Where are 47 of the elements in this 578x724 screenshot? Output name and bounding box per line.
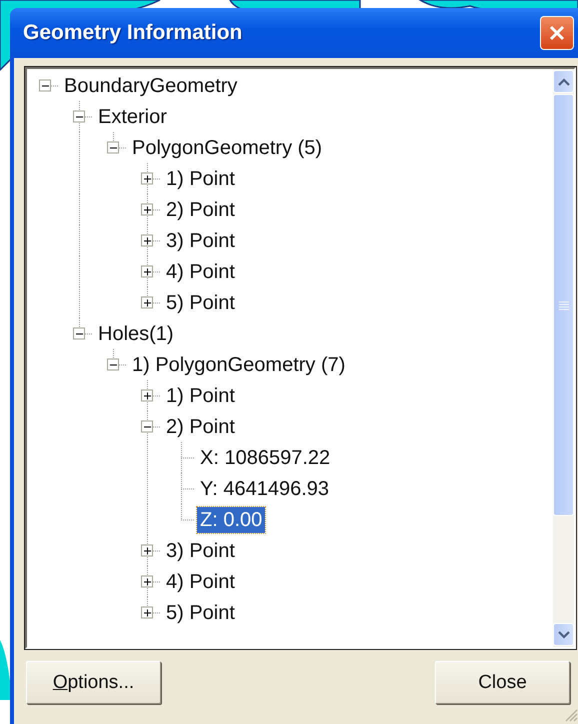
tree-item[interactable]: 2) Point bbox=[163, 414, 238, 440]
tree-item[interactable]: 5) Point bbox=[163, 290, 238, 316]
tree-item[interactable]: Y: 4641496.93 bbox=[197, 476, 332, 502]
tree-item[interactable]: 1) PolygonGeometry (7) bbox=[129, 352, 348, 378]
window-title: Geometry Information bbox=[23, 21, 244, 45]
options-button[interactable]: Options... bbox=[26, 661, 161, 704]
close-icon bbox=[548, 24, 566, 42]
collapse-toggle[interactable] bbox=[39, 80, 51, 92]
collapse-toggle[interactable] bbox=[73, 110, 85, 122]
tree-item[interactable]: 4) Point bbox=[163, 568, 238, 594]
tree-item[interactable]: 1) Point bbox=[163, 382, 238, 408]
tree-item[interactable]: X: 1086597.22 bbox=[197, 444, 334, 470]
expand-toggle[interactable] bbox=[141, 234, 153, 246]
expand-toggle[interactable] bbox=[141, 172, 153, 184]
tree-item[interactable]: PolygonGeometry (5) bbox=[129, 134, 326, 160]
expand-toggle[interactable] bbox=[141, 204, 153, 216]
collapse-toggle[interactable] bbox=[107, 142, 119, 154]
grip-icon bbox=[558, 300, 568, 310]
tree-item[interactable]: Holes(1) bbox=[95, 320, 177, 346]
collapse-toggle[interactable] bbox=[141, 420, 153, 432]
tree-item[interactable]: 3) Point bbox=[163, 538, 238, 564]
scroll-thumb[interactable] bbox=[553, 94, 574, 516]
tree-connector bbox=[180, 442, 195, 473]
tree-item[interactable]: 2) Point bbox=[163, 196, 238, 222]
tree-item[interactable]: 3) Point bbox=[163, 228, 238, 254]
tree-item[interactable]: 5) Point bbox=[163, 600, 238, 626]
close-button[interactable] bbox=[540, 16, 574, 50]
expand-toggle[interactable] bbox=[141, 266, 153, 278]
chevron-down-icon bbox=[558, 630, 570, 638]
expand-toggle[interactable] bbox=[141, 576, 153, 588]
scrollbar[interactable] bbox=[553, 69, 574, 647]
scroll-up-button[interactable] bbox=[553, 70, 574, 93]
scroll-down-button[interactable] bbox=[553, 623, 574, 646]
tree-item[interactable]: BoundaryGeometry bbox=[61, 72, 240, 98]
tree-item[interactable]: 4) Point bbox=[163, 258, 238, 284]
tree-item[interactable]: Exterior bbox=[95, 104, 170, 130]
chevron-up-icon bbox=[558, 78, 570, 86]
expand-toggle[interactable] bbox=[141, 544, 153, 556]
collapse-toggle[interactable] bbox=[73, 328, 85, 340]
expand-toggle[interactable] bbox=[141, 390, 153, 402]
tree-item[interactable]: 1) Point bbox=[163, 166, 238, 192]
resize-grip-icon bbox=[564, 708, 578, 722]
expand-toggle[interactable] bbox=[141, 606, 153, 618]
close-dialog-button[interactable]: Close bbox=[435, 661, 570, 704]
collapse-toggle[interactable] bbox=[107, 358, 119, 370]
tree-item[interactable]: Z: 0.00 bbox=[197, 506, 266, 532]
expand-toggle[interactable] bbox=[141, 296, 153, 308]
